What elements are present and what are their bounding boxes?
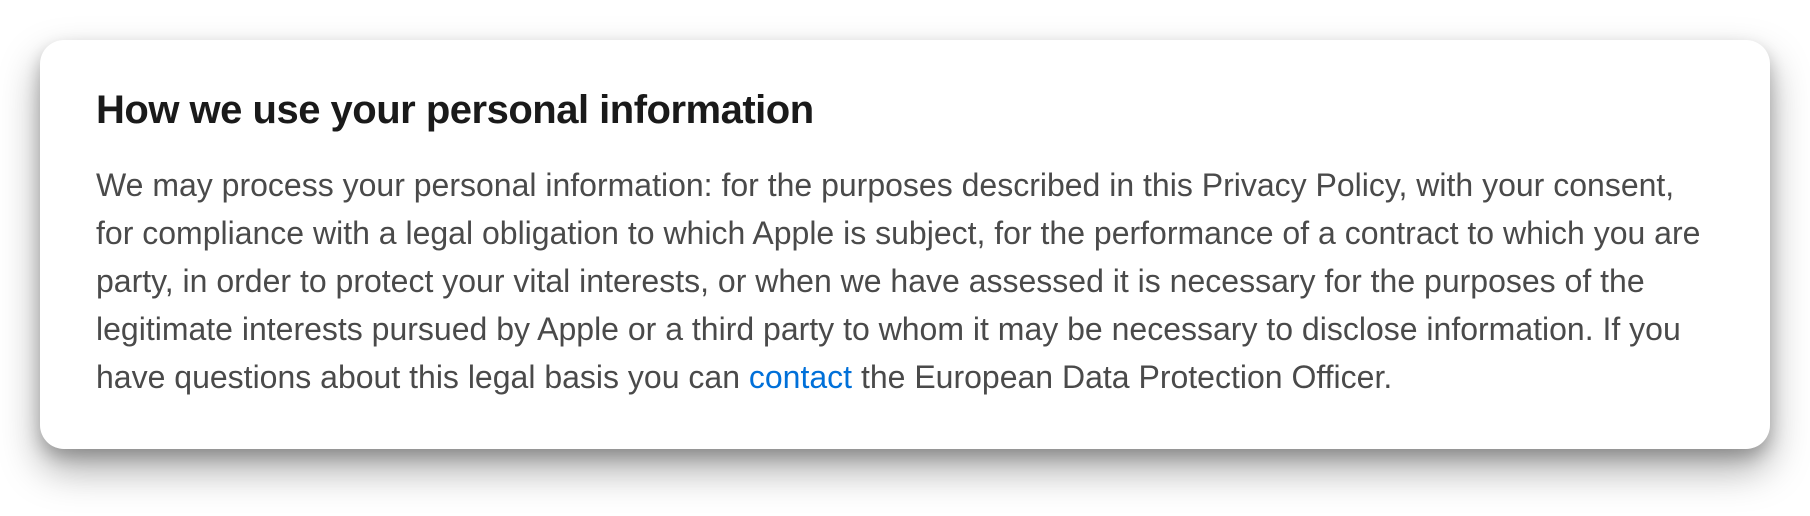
section-heading: How we use your personal information bbox=[96, 88, 1714, 133]
section-body: We may process your personal information… bbox=[96, 161, 1714, 401]
contact-link[interactable]: contact bbox=[749, 359, 852, 395]
privacy-section-card: How we use your personal information We … bbox=[40, 40, 1770, 449]
body-text-after-link: the European Data Protection Officer. bbox=[852, 359, 1392, 395]
